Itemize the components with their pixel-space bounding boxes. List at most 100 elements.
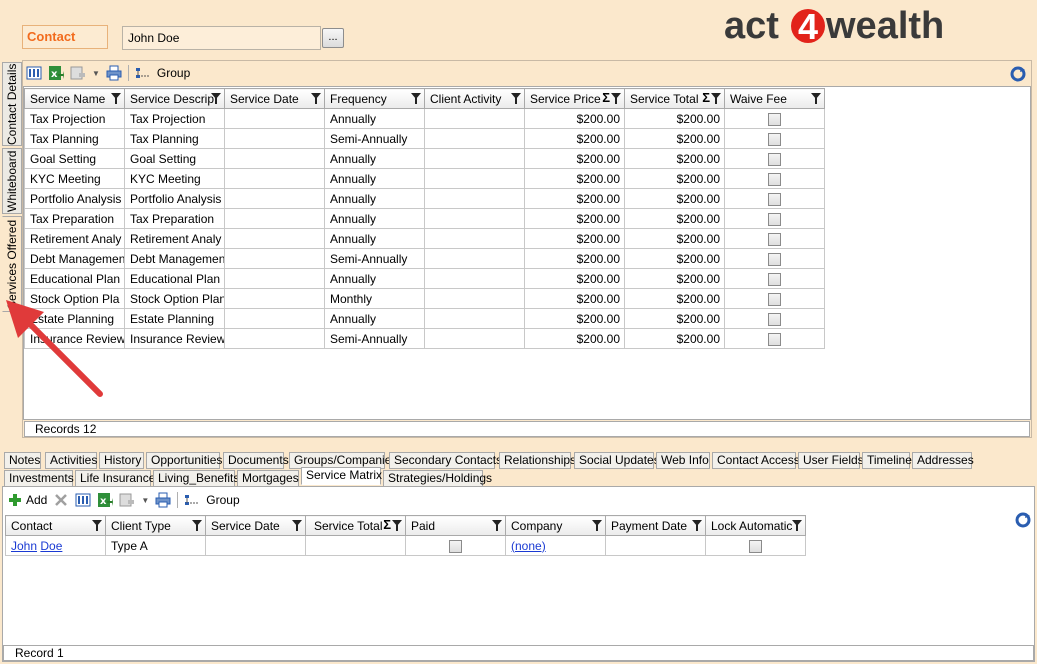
waive-fee-checkbox[interactable] xyxy=(768,132,781,146)
service-date-cell[interactable] xyxy=(224,188,325,209)
client-activity-cell[interactable] xyxy=(424,268,525,289)
lock-automatic-checkbox[interactable] xyxy=(749,539,762,553)
service-name-cell[interactable]: Goal Setting xyxy=(24,148,125,169)
frequency-cell[interactable]: Annually xyxy=(324,108,425,129)
filter-icon[interactable] xyxy=(311,93,321,104)
contact-first-name-link[interactable]: John xyxy=(11,539,37,553)
side-tab-whiteboard[interactable]: Whiteboard xyxy=(2,148,22,214)
waive-fee-checkbox[interactable] xyxy=(768,152,781,166)
group-button-label[interactable]: Group xyxy=(206,493,239,507)
service-price-cell[interactable]: $200.00 xyxy=(524,248,625,269)
waive-fee-cell[interactable] xyxy=(724,308,825,329)
filter-icon[interactable] xyxy=(792,520,802,531)
service-description-cell[interactable]: Stock Option Plan xyxy=(124,288,225,309)
table-row[interactable]: KYC Meeting KYC Meeting Annually $200.00 $20… xyxy=(24,168,825,189)
export-dropdown-chevron-icon[interactable]: ▼ xyxy=(92,69,100,78)
table-row[interactable]: Estate Planning Estate Planning Annually $2… xyxy=(24,308,825,329)
service-date-cell[interactable] xyxy=(224,208,325,229)
service-date-cell[interactable] xyxy=(224,248,325,269)
client-activity-cell[interactable] xyxy=(424,328,525,349)
service-date-cell[interactable] xyxy=(224,228,325,249)
service-description-cell[interactable]: Estate Planning xyxy=(124,308,225,329)
service-description-cell[interactable]: Goal Setting xyxy=(124,148,225,169)
filter-icon[interactable] xyxy=(392,520,402,531)
frequency-cell[interactable]: Annually xyxy=(324,308,425,329)
col-header-lock-automatic[interactable]: Lock Automatic xyxy=(705,515,806,536)
table-row[interactable]: Retirement Analy Retirement Analy Annually… xyxy=(24,228,825,249)
table-row[interactable]: Tax Preparation Tax Preparation Annually $2… xyxy=(24,208,825,229)
waive-fee-checkbox[interactable] xyxy=(768,272,781,286)
frequency-cell[interactable]: Annually xyxy=(324,208,425,229)
contact-cell[interactable]: John Doe xyxy=(5,535,106,556)
tab-strategies-holdings[interactable]: Strategies/Holdings xyxy=(383,470,492,487)
waive-fee-cell[interactable] xyxy=(724,148,825,169)
export-options-icon[interactable] xyxy=(119,492,135,508)
tab-investments[interactable]: Investments xyxy=(4,470,74,487)
service-price-cell[interactable]: $200.00 xyxy=(524,148,625,169)
col-header-service-total[interactable]: Service Total Σ xyxy=(624,88,725,109)
column-chooser-icon[interactable] xyxy=(26,65,42,81)
service-total-cell[interactable]: $200.00 xyxy=(624,248,725,269)
filter-icon[interactable] xyxy=(711,93,721,104)
table-row[interactable]: Goal Setting Goal Setting Annually $200.00 $… xyxy=(24,148,825,169)
waive-fee-checkbox[interactable] xyxy=(768,252,781,266)
service-name-cell[interactable]: Debt Managemen xyxy=(24,248,125,269)
filter-icon[interactable] xyxy=(692,520,702,531)
paid-checkbox[interactable] xyxy=(449,539,462,553)
tab-addresses[interactable]: Addresses xyxy=(912,452,974,469)
sum-icon[interactable]: Σ xyxy=(702,90,710,105)
service-description-cell[interactable]: KYC Meeting xyxy=(124,168,225,189)
service-total-cell[interactable]: $200.00 xyxy=(624,328,725,349)
tab-opportunities[interactable]: Opportunities xyxy=(146,452,222,469)
service-total-cell[interactable]: $200.00 xyxy=(624,108,725,129)
tab-service-matrix[interactable]: Service Matrix xyxy=(301,467,382,485)
client-activity-cell[interactable] xyxy=(424,148,525,169)
tab-notes[interactable]: Notes xyxy=(4,452,41,469)
tab-mortgages[interactable]: Mortgages xyxy=(237,470,299,487)
table-row[interactable]: Stock Option Pla Stock Option Plan Monthly… xyxy=(24,288,825,309)
frequency-cell[interactable]: Semi-Annually xyxy=(324,328,425,349)
service-name-cell[interactable]: Tax Projection xyxy=(24,108,125,129)
service-price-cell[interactable]: $200.00 xyxy=(524,128,625,149)
service-description-cell[interactable]: Insurance Review xyxy=(124,328,225,349)
col-header-service-date[interactable]: Service Date xyxy=(224,88,325,109)
col-header-client-type[interactable]: Client Type xyxy=(105,515,206,536)
payment-date-cell[interactable] xyxy=(605,535,706,556)
service-total-cell[interactable]: $200.00 xyxy=(624,168,725,189)
service-name-cell[interactable]: Portfolio Analysis xyxy=(24,188,125,209)
tab-web-info[interactable]: Web Info xyxy=(656,452,710,469)
client-activity-cell[interactable] xyxy=(424,308,525,329)
waive-fee-checkbox[interactable] xyxy=(768,192,781,206)
group-icon[interactable] xyxy=(184,492,200,508)
waive-fee-cell[interactable] xyxy=(724,208,825,229)
add-button-label[interactable]: Add xyxy=(26,493,47,507)
group-icon[interactable] xyxy=(135,65,151,81)
service-description-cell[interactable]: Tax Preparation xyxy=(124,208,225,229)
filter-icon[interactable] xyxy=(92,520,102,531)
filter-icon[interactable] xyxy=(211,93,221,104)
service-total-cell[interactable]: $200.00 xyxy=(624,208,725,229)
table-row[interactable]: Tax Projection Tax Projection Annually $200… xyxy=(24,108,825,129)
filter-icon[interactable] xyxy=(492,520,502,531)
refresh-icon[interactable] xyxy=(1015,512,1031,528)
service-total-cell[interactable]: $200.00 xyxy=(624,188,725,209)
service-name-cell[interactable]: Tax Preparation xyxy=(24,208,125,229)
waive-fee-checkbox[interactable] xyxy=(768,332,781,346)
waive-fee-cell[interactable] xyxy=(724,268,825,289)
service-price-cell[interactable]: $200.00 xyxy=(524,208,625,229)
service-name-cell[interactable]: Educational Plan xyxy=(24,268,125,289)
client-activity-cell[interactable] xyxy=(424,188,525,209)
waive-fee-cell[interactable] xyxy=(724,328,825,349)
export-dropdown-chevron-icon[interactable]: ▼ xyxy=(141,496,149,505)
client-activity-cell[interactable] xyxy=(424,228,525,249)
col-header-service-total[interactable]: Service Total Σ xyxy=(305,515,406,536)
client-activity-cell[interactable] xyxy=(424,248,525,269)
waive-fee-checkbox[interactable] xyxy=(768,232,781,246)
waive-fee-cell[interactable] xyxy=(724,128,825,149)
print-icon[interactable] xyxy=(106,65,122,81)
tab-timeline[interactable]: Timeline xyxy=(862,452,912,469)
service-price-cell[interactable]: $200.00 xyxy=(524,228,625,249)
side-tab-contact-details[interactable]: Contact Details xyxy=(2,62,22,146)
frequency-cell[interactable]: Semi-Annually xyxy=(324,128,425,149)
client-activity-cell[interactable] xyxy=(424,288,525,309)
